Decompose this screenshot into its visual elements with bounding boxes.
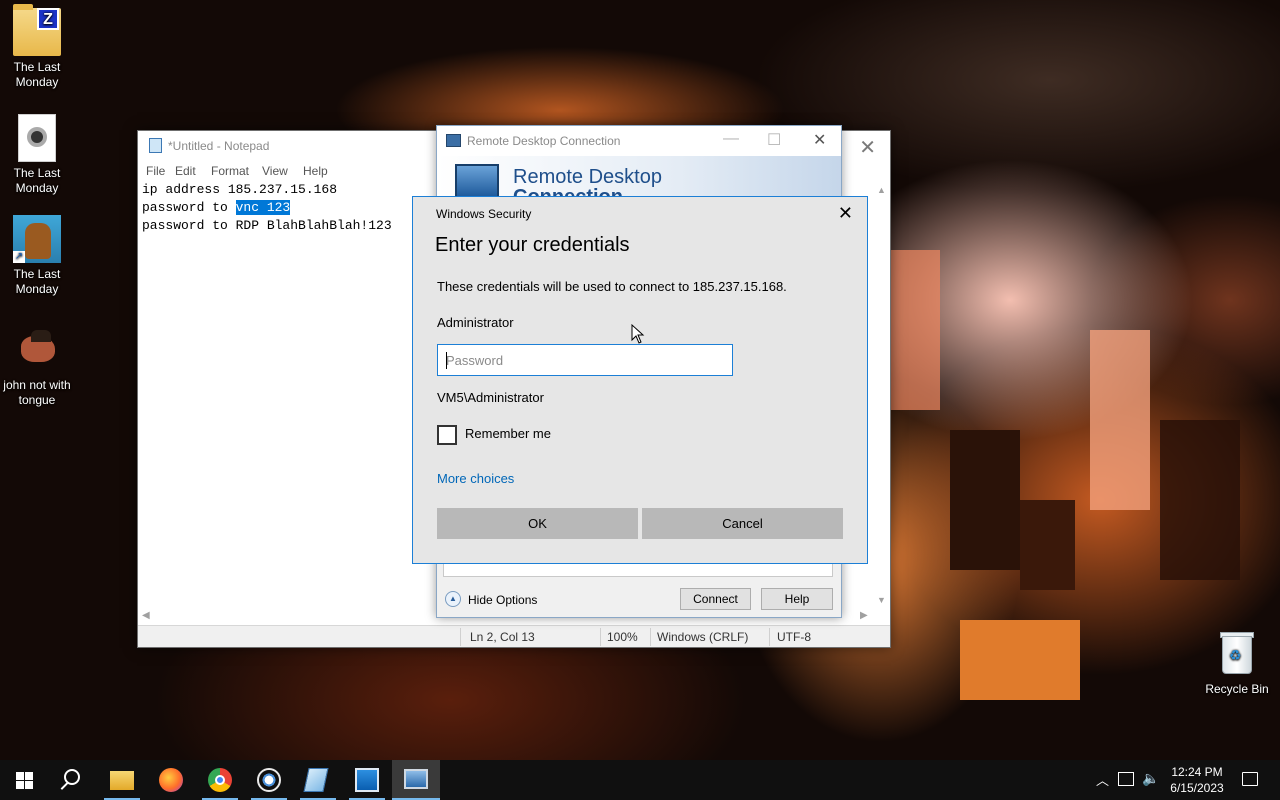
network-icon[interactable]	[1118, 772, 1134, 786]
password-field[interactable]	[437, 344, 733, 376]
menu-edit[interactable]: Edit	[175, 164, 196, 178]
window-title: *Untitled - Notepad	[168, 139, 270, 153]
image-shortcut-icon: ↗	[13, 215, 61, 263]
notepad-icon	[303, 768, 329, 792]
desktop-icon-label: The Last Monday	[13, 267, 61, 296]
desktop-icon-label: The Last Monday	[13, 60, 61, 89]
menu-view[interactable]: View	[262, 164, 288, 178]
clock-time: 12:24 PM	[1171, 765, 1223, 779]
taskbar-photos[interactable]	[343, 760, 391, 800]
window-title: Remote Desktop Connection	[467, 134, 621, 148]
dialog-description: These credentials will be used to connec…	[437, 279, 787, 294]
maximize-icon[interactable]: ☐	[767, 130, 781, 150]
menu-help[interactable]: Help	[303, 164, 328, 178]
vertical-scrollbar[interactable]: ▲ ▼	[873, 181, 890, 611]
more-choices-link[interactable]: More choices	[437, 471, 514, 486]
remember-me-checkbox[interactable]	[437, 425, 457, 445]
start-button[interactable]	[0, 760, 48, 800]
scroll-left-icon[interactable]: ◀	[142, 610, 150, 621]
clock[interactable]: 12:24 PM 6/15/2023	[1162, 764, 1232, 796]
taskbar-remote-desktop[interactable]	[392, 760, 440, 800]
close-icon[interactable]: ✕	[813, 130, 826, 150]
desktop-icon-label: The Last Monday	[13, 166, 61, 195]
paint-icon	[257, 768, 281, 792]
taskbar: ︿ 🔈 12:24 PM 6/15/2023	[0, 760, 1280, 800]
remote-desktop-icon	[446, 134, 461, 147]
connect-button[interactable]: Connect	[680, 588, 751, 610]
desktop-icon-label: john not with tongue	[3, 378, 71, 407]
menu-format[interactable]: Format	[211, 164, 249, 178]
search-button[interactable]	[48, 760, 96, 800]
document-icon	[18, 114, 56, 162]
ok-button[interactable]: OK	[437, 508, 638, 539]
cancel-button[interactable]: Cancel	[642, 508, 843, 539]
taskbar-file-explorer[interactable]	[98, 760, 146, 800]
scroll-up-icon[interactable]: ▲	[877, 185, 886, 195]
menu-file[interactable]: File	[146, 164, 165, 178]
remote-desktop-icon	[404, 769, 428, 789]
desktop-icon-the-last-monday-2[interactable]: The Last Monday	[0, 114, 74, 196]
zoom-level: 100%	[607, 630, 638, 644]
close-icon[interactable]: ✕	[859, 135, 876, 160]
image-icon	[13, 326, 61, 374]
help-button[interactable]: Help	[761, 588, 833, 610]
taskbar-chrome[interactable]	[196, 760, 244, 800]
credentials-dialog[interactable]: Windows Security ✕ Enter your credential…	[412, 196, 868, 564]
minimize-icon[interactable]: —	[723, 130, 739, 148]
desktop-icon-recycle-bin[interactable]: ♻ Recycle Bin	[1200, 630, 1274, 697]
domain-user-label: VM5\Administrator	[437, 390, 544, 405]
username-label: Administrator	[437, 315, 514, 330]
text-caret	[446, 352, 447, 369]
cursor-position: Ln 2, Col 13	[470, 630, 535, 644]
close-icon[interactable]: ✕	[838, 203, 853, 224]
chrome-icon	[208, 768, 232, 792]
rdc-titlebar[interactable]: Remote Desktop Connection — ☐ ✕	[437, 126, 841, 156]
taskbar-paint[interactable]	[245, 760, 293, 800]
line-ending: Windows (CRLF)	[657, 630, 749, 644]
chevron-up-icon[interactable]: ▲	[445, 591, 461, 607]
taskbar-notepad[interactable]	[294, 760, 342, 800]
status-bar: Ln 2, Col 13 100% Windows (CRLF) UTF-8	[138, 625, 890, 647]
photos-icon	[355, 768, 379, 792]
desktop-icon-the-last-monday-3[interactable]: ↗ The Last Monday	[0, 215, 74, 297]
monitor-icon	[455, 164, 499, 198]
taskbar-firefox[interactable]	[147, 760, 195, 800]
start-icon	[16, 772, 33, 789]
rdc-footer: ▲ Hide Options Connect Help	[437, 585, 841, 617]
dialog-caption: Windows Security	[436, 207, 532, 221]
firefox-icon	[159, 768, 183, 792]
scroll-down-icon[interactable]: ▼	[877, 595, 886, 605]
desktop-icon-label: Recycle Bin	[1205, 682, 1269, 696]
text-selection: vnc 123	[235, 200, 291, 215]
chevron-up-icon[interactable]: ︿	[1096, 770, 1109, 800]
scroll-right-icon[interactable]: ▶	[860, 610, 868, 621]
recycle-bin-icon: ♻	[1217, 630, 1257, 678]
volume-muted-icon[interactable]: 🔈	[1142, 770, 1159, 800]
file-explorer-icon	[110, 771, 134, 790]
hide-options-link[interactable]: Hide Options	[468, 593, 537, 607]
options-panel	[443, 563, 833, 577]
winzip-folder-icon: Z	[13, 4, 61, 56]
remember-me-label[interactable]: Remember me	[465, 426, 551, 441]
search-icon	[64, 769, 80, 785]
encoding: UTF-8	[777, 630, 811, 644]
desktop-icon-the-last-monday-1[interactable]: Z The Last Monday	[0, 4, 74, 90]
notepad-icon	[149, 138, 162, 153]
clock-date: 6/15/2023	[1170, 781, 1224, 795]
dialog-heading: Enter your credentials	[435, 234, 630, 256]
notification-icon[interactable]	[1242, 772, 1258, 786]
desktop-icon-john-not-with-tongue[interactable]: john not with tongue	[0, 326, 74, 408]
